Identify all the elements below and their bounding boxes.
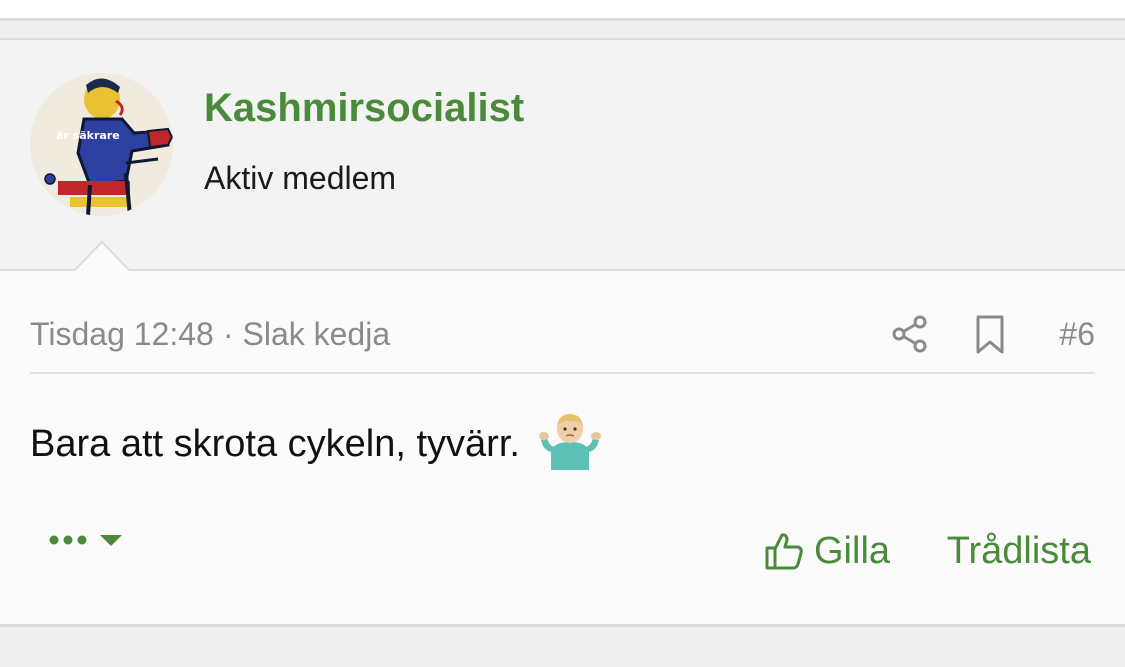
post-time[interactable]: Tisdag 12:48 [30,316,214,352]
more-dots-icon [49,535,59,545]
author-title: Aktiv medlem [204,160,397,196]
forum-post: är säkrare Kashmirsocialist Aktiv medlem… [0,38,1125,626]
author-name[interactable]: Kashmirsocialist [204,84,524,132]
post-number[interactable]: #6 [1059,312,1095,356]
post-meta: Tisdag 12:48 · Slak kedja [30,312,390,356]
post-body: Bara att skrota cykeln, tyvärr. [30,410,603,474]
author-pointer-arrow [74,240,130,271]
threadlist-link[interactable]: Trådlista [947,526,1091,576]
avatar-caption: är säkrare [56,129,120,142]
thread-title[interactable]: Slak kedja [242,316,390,352]
like-button[interactable]: Gilla [764,526,890,576]
post-separator [0,21,1125,38]
caret-down-icon [100,535,122,546]
meta-separator: · [222,316,234,352]
avatar-image [30,73,173,216]
thumbs-up-icon [765,533,803,570]
previous-post-edge [0,0,1125,21]
man-shrugging-emoji [538,414,601,470]
page: är säkrare Kashmirsocialist Aktiv medlem… [0,0,1125,667]
more-options-menu[interactable] [48,528,128,564]
share-icon[interactable] [890,314,930,354]
bookmark-icon[interactable] [972,314,1008,356]
like-label: Gilla [814,529,891,572]
post-author-block: är säkrare Kashmirsocialist Aktiv medlem [0,40,1125,271]
post-meta-row: Tisdag 12:48 · Slak kedja #6 [30,308,1095,374]
post-body-text: Bara att skrota cykeln, tyvärr. [30,423,520,465]
avatar[interactable]: är säkrare [30,73,173,216]
post-separator-bottom [0,624,1125,667]
